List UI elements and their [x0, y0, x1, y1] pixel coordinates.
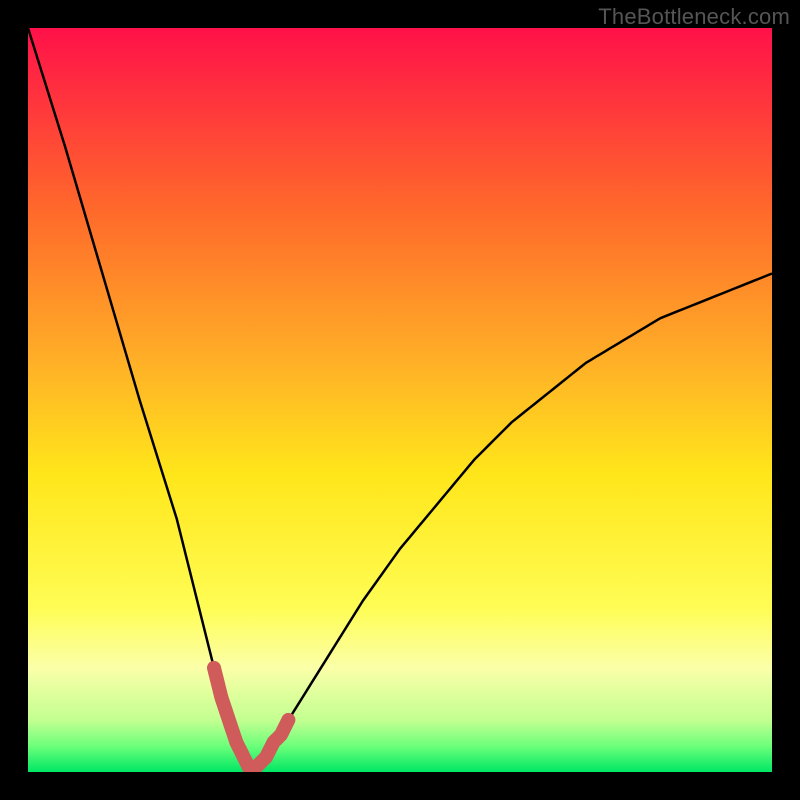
chart-frame: TheBottleneck.com	[0, 0, 800, 800]
chart-svg	[28, 28, 772, 772]
plot-area	[28, 28, 772, 772]
watermark-text: TheBottleneck.com	[598, 4, 790, 30]
